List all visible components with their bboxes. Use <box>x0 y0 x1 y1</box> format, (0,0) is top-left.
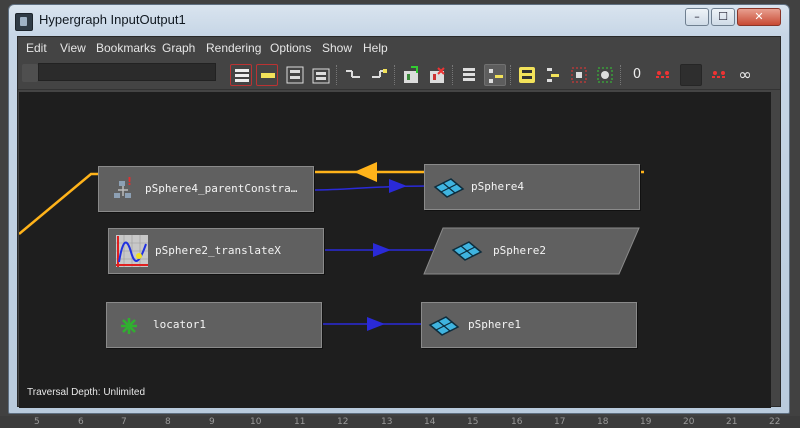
ruler-tick: 20 <box>683 417 695 427</box>
ruler-tick: 11 <box>294 417 306 427</box>
remove-selected-icon[interactable] <box>426 64 448 86</box>
node-psphere4[interactable]: pSphere4 <box>424 164 640 210</box>
frame-selection-icon[interactable] <box>568 64 590 86</box>
node-psphere1[interactable]: pSphere1 <box>421 302 637 348</box>
menu-edit[interactable]: Edit <box>26 41 47 55</box>
orange-arrow <box>354 162 377 182</box>
menu-show[interactable]: Show <box>322 41 352 55</box>
node-label: locator1 <box>153 318 206 331</box>
ruler-tick: 22 <box>769 417 781 427</box>
ruler-tick: 18 <box>597 417 609 427</box>
output-connections-icon[interactable] <box>368 64 390 86</box>
menu-view[interactable]: View <box>60 41 86 55</box>
window-client: Edit View Bookmarks Graph Rendering Opti… <box>17 36 781 408</box>
node-parent-constraint[interactable]: ! pSphere4_parentConstra… <box>98 166 314 212</box>
swatch-toggle-icon[interactable] <box>484 64 506 86</box>
ruler-tick: 6 <box>78 417 84 427</box>
ruler-tick: 21 <box>726 417 738 427</box>
blue-connection <box>314 185 430 191</box>
zero-icon[interactable]: 0 <box>626 64 648 86</box>
ruler-tick: 14 <box>424 417 436 427</box>
graph-editor-area[interactable]: ! pSphere4_parentConstra… pSphere4 pSphe… <box>19 92 771 408</box>
blue-arrow <box>367 317 385 331</box>
bookmark-remove-icon[interactable] <box>542 64 564 86</box>
maximize-button[interactable]: ☐ <box>711 8 735 26</box>
svg-text:!: ! <box>127 176 132 188</box>
ruler-tick: 16 <box>511 417 523 427</box>
mesh-icon <box>428 316 460 336</box>
automatic-layout-icon[interactable] <box>310 64 332 86</box>
mesh-icon <box>433 178 465 198</box>
toolbar-grip[interactable] <box>22 64 38 82</box>
blue-arrow <box>373 243 391 257</box>
hypergraph-window: Hypergraph InputOutput1 – ☐ ✕ Edit View … <box>8 4 790 414</box>
input-connections-icon[interactable] <box>342 64 364 86</box>
menu-graph[interactable]: Graph <box>162 41 195 55</box>
frame-all-icon[interactable] <box>594 64 616 86</box>
locator-icon <box>121 318 137 334</box>
menu-help[interactable]: Help <box>363 41 388 55</box>
ruler-tick: 13 <box>381 417 393 427</box>
node-locator1[interactable]: locator1 <box>106 302 322 348</box>
window-title: Hypergraph InputOutput1 <box>39 12 186 27</box>
toolbar-separator <box>394 65 397 85</box>
close-button[interactable]: ✕ <box>737 8 781 26</box>
display-options-icon[interactable] <box>458 64 480 86</box>
blue-arrow <box>389 179 407 193</box>
toolbar-input-field[interactable] <box>38 63 216 81</box>
ruler-tick: 8 <box>165 417 171 427</box>
freeform-layout-icon[interactable] <box>284 64 306 86</box>
traversal-depth-status: Traversal Depth: Unlimited <box>27 387 146 398</box>
ruler-tick: 15 <box>467 417 479 427</box>
anim-curve-icon <box>116 235 148 267</box>
node-label: pSphere4 <box>471 180 524 193</box>
ruler-tick: 19 <box>640 417 652 427</box>
parent-constraint-icon: ! <box>114 176 132 198</box>
toolbar-separator <box>452 65 455 85</box>
node-label: pSphere2 <box>493 244 546 257</box>
node-label: pSphere2_translateX <box>155 244 281 257</box>
menu-bar: Edit View Bookmarks Graph Rendering Opti… <box>18 37 780 59</box>
infinite-icon[interactable]: ∞ <box>734 64 756 86</box>
title-bar[interactable]: Hypergraph InputOutput1 – ☐ ✕ <box>9 5 789 35</box>
add-selected-icon[interactable] <box>400 64 422 86</box>
ruler-tick: 5 <box>34 417 40 427</box>
app-icon <box>15 13 33 31</box>
timeline-ruler: 5 6 7 8 9 10 11 12 13 14 15 16 17 18 19 … <box>0 416 800 428</box>
toolbar: 0 ∞ <box>18 59 780 90</box>
mesh-icon <box>451 241 483 261</box>
orange-connection <box>19 172 107 235</box>
ruler-tick: 17 <box>554 417 566 427</box>
no-history-icon[interactable] <box>652 64 674 86</box>
toolbar-separator <box>336 65 339 85</box>
toolbar-separator <box>620 65 623 85</box>
blank-slot[interactable] <box>680 64 702 86</box>
remove-history-icon[interactable] <box>708 64 730 86</box>
bookmark-icon[interactable] <box>516 64 538 86</box>
scene-hierarchy-icon[interactable] <box>230 64 252 86</box>
node-label: pSphere4_parentConstra… <box>145 182 298 195</box>
ruler-tick: 10 <box>250 417 262 427</box>
node-translatex[interactable]: pSphere2_translateX <box>108 228 324 274</box>
input-output-icon[interactable] <box>256 64 278 86</box>
ruler-tick: 7 <box>121 417 127 427</box>
menu-bookmarks[interactable]: Bookmarks <box>96 41 156 55</box>
toolbar-separator <box>510 65 513 85</box>
menu-rendering[interactable]: Rendering <box>206 41 261 55</box>
ruler-tick: 12 <box>337 417 349 427</box>
node-label: pSphere1 <box>468 318 521 331</box>
menu-options[interactable]: Options <box>270 41 311 55</box>
ruler-tick: 9 <box>209 417 215 427</box>
minimize-button[interactable]: – <box>685 8 709 26</box>
